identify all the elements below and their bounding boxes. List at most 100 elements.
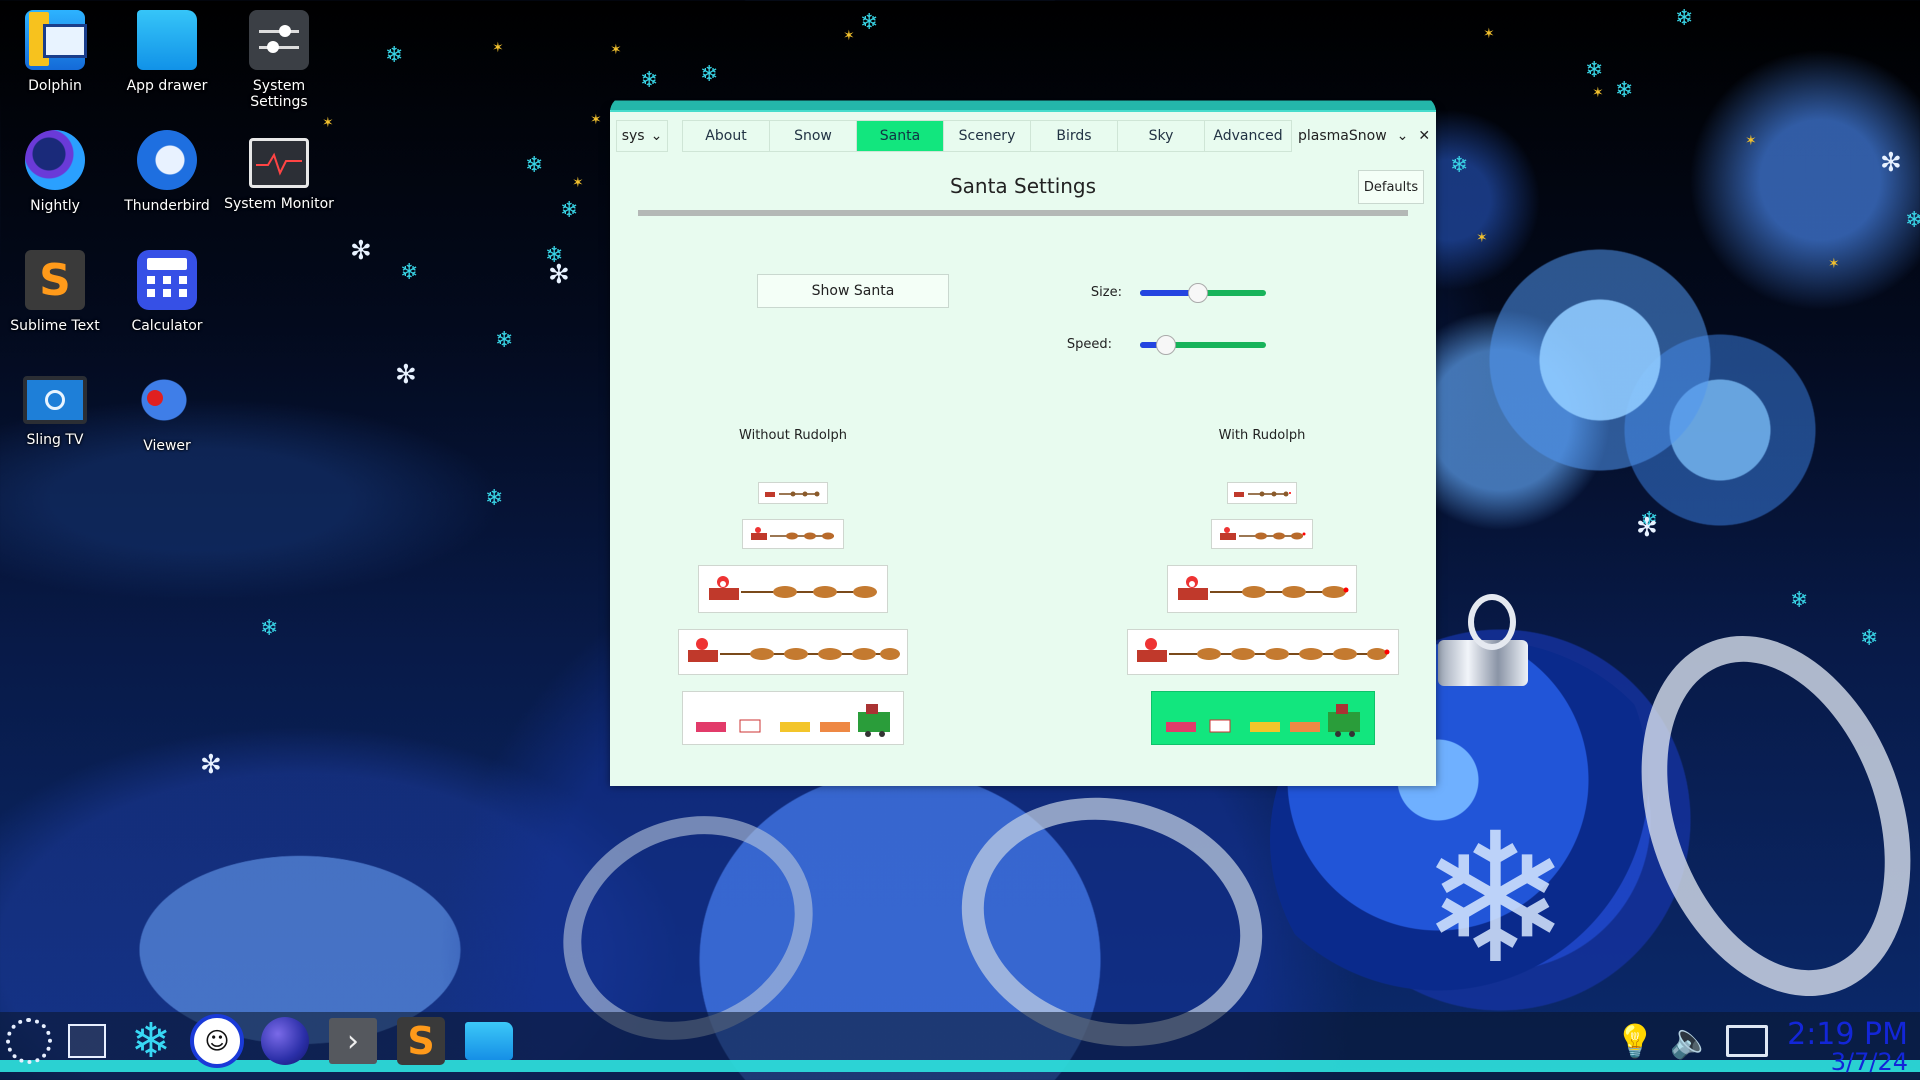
desktop-icon-nightly[interactable]: Nightly [0,130,110,214]
desktop-icon-thunderbird[interactable]: Thunderbird [112,130,222,214]
defaults-button[interactable]: Defaults [1358,170,1424,204]
santa-option-with-rudolph-1[interactable] [1227,482,1297,504]
volume-icon[interactable]: 🔈 [1664,1014,1718,1068]
speed-slider[interactable] [1140,335,1266,355]
santa-sleigh-icon [709,576,877,600]
star-icon: ✶ [1745,133,1757,149]
sublime-icon[interactable]: S [394,1014,448,1068]
santa-sleigh-icon [1137,638,1390,662]
santa-sleigh-icon [688,638,900,662]
desktop-icon-label: System Settings [250,78,308,110]
desktop-icon-label: App drawer [126,78,208,94]
star-icon: ✶ [492,40,504,56]
show-santa-button[interactable]: Show Santa [757,274,949,308]
tv-icon [23,376,87,424]
snowflake-icon: ❄ [1675,6,1694,31]
desktop-icon-system-monitor[interactable]: System Monitor [224,130,334,212]
snowflake-icon: ❄ [1615,78,1634,103]
desktop-icon-dolphin[interactable]: Dolphin [0,10,110,94]
snowflake-icon: ❄ [1585,58,1604,83]
thunderbird-icon [137,130,197,190]
snowflake-icon: ❄ [485,486,504,511]
globe-icon[interactable] [258,1014,312,1068]
desktop-icon-label: Sublime Text [10,318,100,334]
desktop-icon-system-settings[interactable]: System Settings [224,10,334,110]
snowflake-icon: ❄ [525,153,544,178]
snowflake-icon: ✻ [548,260,570,290]
tab-label: Advanced [1213,128,1283,144]
santa-train-icon [696,704,890,737]
snowflake-app-icon[interactable]: ❄ [124,1013,178,1069]
desktop-icon-label: System Monitor [224,196,334,212]
santa-sleigh-icon [765,491,820,497]
clock[interactable]: 2:19 PM 3/7/24 [1787,1017,1908,1076]
santa-option-without-rudolph-4[interactable] [678,629,908,675]
santa-option-without-rudolph-2[interactable] [742,519,844,549]
desktop-icon-app-drawer[interactable]: App drawer [112,10,222,94]
alarm-clock-icon[interactable]: ☺ [190,1014,244,1068]
snowflake-icon: ✻ [395,360,417,390]
desktop-icon-label: Thunderbird [124,198,210,214]
size-slider[interactable] [1140,283,1266,303]
star-icon: ✶ [1483,26,1495,42]
slider-handle[interactable] [1187,283,1208,303]
with-rudolph-heading: With Rudolph [1218,428,1306,443]
chevron-down-icon[interactable]: ⌄ [1397,128,1409,144]
santa-option-without-rudolph-1[interactable] [758,482,828,504]
tab-bar: sys ⌄ About Snow Santa Scenery Birds Sky… [616,120,1436,152]
snowflake-icon: ❄ [1860,626,1879,651]
tab-label: About [705,128,747,144]
tab-advanced[interactable]: Advanced [1205,120,1292,152]
desktop-icon-sublime-text[interactable]: S Sublime Text [0,250,110,334]
star-icon: ✶ [322,115,334,131]
file-manager-icon[interactable] [462,1014,516,1068]
show-desktop-icon[interactable] [60,1014,114,1068]
desktop-icon-calculator[interactable]: Calculator [112,250,222,334]
slider-handle[interactable] [1156,335,1177,355]
tab-scenery[interactable]: Scenery [944,120,1031,152]
star-icon: ✶ [590,112,602,128]
santa-option-without-rudolph-5[interactable] [682,691,904,745]
close-icon[interactable]: ✕ [1418,128,1430,144]
desktop-icon-label: Viewer [143,438,191,454]
lightbulb-icon[interactable]: 💡 [1608,1014,1662,1068]
santa-option-with-rudolph-2[interactable] [1211,519,1313,549]
fish-icon [137,370,197,430]
snowflake-icon: ❄ [560,198,579,223]
snowflake-icon: ❄ [1450,153,1469,178]
desktop-icon-sling-tv[interactable]: Sling TV [0,370,110,448]
snowflake-icon: ❄ [700,62,719,87]
snowflake-icon: ❄ [1905,208,1920,233]
tab-birds[interactable]: Birds [1031,120,1118,152]
app-name: plasmaSnow [1298,128,1387,144]
desktop-icon-label: Sling TV [26,432,84,448]
app-launcher-icon[interactable] [2,1014,56,1068]
desktop-icon-label: Calculator [131,318,203,334]
tab-sky[interactable]: Sky [1118,120,1205,152]
snowflake-icon: ❄ [860,10,879,35]
divider [638,210,1408,216]
system-monitor-icon [249,138,309,188]
clock-date: 3/7/24 [1830,1048,1908,1076]
santa-option-with-rudolph-5[interactable] [1151,691,1375,745]
plasmasnow-window: sys ⌄ About Snow Santa Scenery Birds Sky… [610,96,1436,786]
santa-option-without-rudolph-3[interactable] [698,565,888,613]
santa-option-with-rudolph-3[interactable] [1167,565,1357,613]
desktop-icon-label: Nightly [30,198,80,214]
snowflake-icon: ❄ [495,328,514,353]
tab-santa[interactable]: Santa [857,120,944,152]
santa-sleigh-icon [1220,527,1306,540]
network-icon[interactable] [1720,1014,1774,1068]
speed-label: Speed: [1066,337,1112,352]
tab-about[interactable]: About [682,120,770,152]
desktop-icon-viewer[interactable]: Viewer [112,370,222,454]
terminal-icon[interactable]: › [326,1014,380,1068]
sys-dropdown[interactable]: sys ⌄ [616,120,668,152]
desktop-icon-label: Dolphin [28,78,82,94]
snowflake-icon: ❄ [260,616,279,641]
santa-option-with-rudolph-4[interactable] [1127,629,1399,675]
tab-snow[interactable]: Snow [770,120,857,152]
chevron-down-icon: ⌄ [650,128,663,144]
calculator-icon [137,250,197,310]
clock-time: 2:19 PM [1787,1017,1908,1052]
